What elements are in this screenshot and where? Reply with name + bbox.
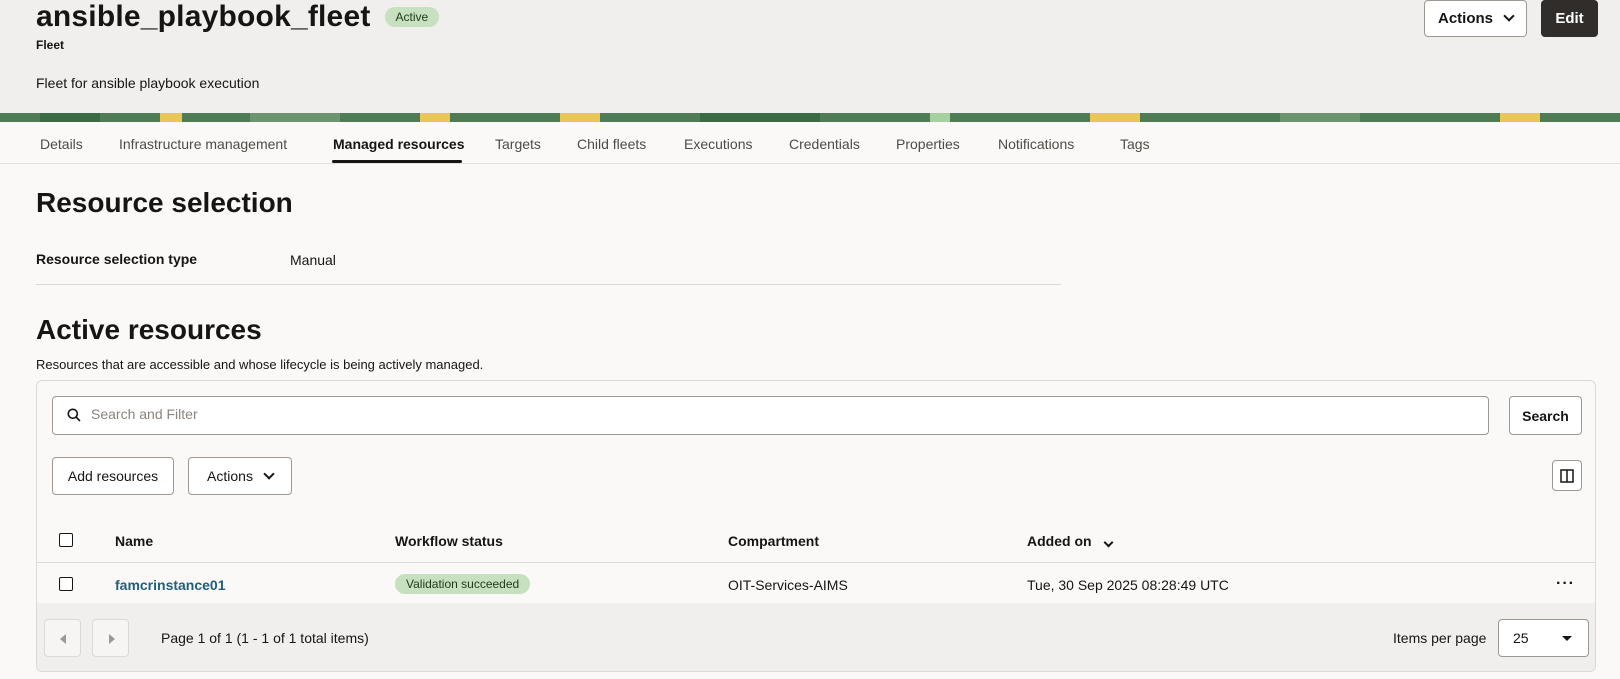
- columns-icon: [1560, 468, 1574, 483]
- tab-targets[interactable]: Targets: [495, 136, 541, 152]
- active-resources-heading: Active resources: [36, 314, 262, 345]
- tab-credentials[interactable]: Credentials: [789, 136, 860, 152]
- column-header-name[interactable]: Name: [115, 533, 153, 549]
- resource-selection-type-value: Manual: [290, 252, 336, 268]
- pagination-footer: Page 1 of 1 (1 - 1 of 1 total items) Ite…: [37, 603, 1595, 671]
- row-checkbox[interactable]: [59, 577, 73, 591]
- page-header: ansible_playbook_fleet Active Fleet Flee…: [0, 0, 1620, 113]
- compartment-cell: OIT-Services-AIMS: [728, 577, 848, 593]
- header-actions-label: Actions: [1437, 10, 1493, 27]
- column-header-compartment[interactable]: Compartment: [728, 533, 819, 549]
- tab-details[interactable]: Details: [40, 136, 83, 152]
- page-title: ansible_playbook_fleet: [36, 0, 371, 33]
- active-tab-indicator: [332, 160, 462, 163]
- items-per-page-value: 25: [1513, 630, 1529, 646]
- header-actions-button[interactable]: Actions: [1424, 0, 1527, 37]
- items-per-page-label: Items per page: [1393, 630, 1487, 646]
- resource-name-link[interactable]: famcrinstance01: [115, 577, 226, 593]
- caret-down-icon: [1562, 636, 1572, 641]
- tab-executions[interactable]: Executions: [684, 136, 752, 152]
- tab-managed-resources[interactable]: Managed resources: [333, 136, 465, 152]
- tab-tags[interactable]: Tags: [1120, 136, 1150, 152]
- table-actions-button[interactable]: Actions: [188, 457, 292, 495]
- search-input[interactable]: [91, 406, 1471, 422]
- tab-properties[interactable]: Properties: [896, 136, 960, 152]
- tab-notifications[interactable]: Notifications: [998, 136, 1074, 152]
- workflow-status-badge: Validation succeeded: [395, 574, 531, 594]
- title-row: ansible_playbook_fleet Active: [36, 0, 440, 34]
- row-more-actions-icon[interactable]: ···: [1556, 575, 1575, 593]
- edit-button[interactable]: Edit: [1541, 0, 1598, 37]
- add-resources-button[interactable]: Add resources: [52, 457, 174, 495]
- resource-type-label: Fleet: [36, 38, 65, 52]
- resources-table-panel: Search Add resources Actions Name Workfl…: [36, 380, 1596, 672]
- table-actions-label: Actions: [207, 468, 253, 484]
- arrow-right-icon: [109, 634, 115, 644]
- page-description: Fleet for ansible playbook execution: [36, 75, 260, 91]
- added-on-cell: Tue, 30 Sep 2025 08:28:49 UTC: [1027, 577, 1229, 593]
- tab-child-fleets[interactable]: Child fleets: [577, 136, 646, 152]
- decorative-banner: [0, 113, 1620, 122]
- column-header-workflow-status[interactable]: Workflow status: [395, 533, 503, 549]
- pagination-info: Page 1 of 1 (1 - 1 of 1 total items): [161, 630, 369, 646]
- column-settings-button[interactable]: [1552, 460, 1582, 491]
- resource-selection-type-label: Resource selection type: [36, 251, 198, 267]
- next-page-button[interactable]: [92, 619, 129, 657]
- items-per-page-select[interactable]: 25: [1498, 619, 1589, 657]
- search-icon: [67, 408, 81, 422]
- chevron-down-icon: [263, 467, 275, 480]
- resource-selection-heading: Resource selection: [36, 187, 293, 218]
- divider: [36, 284, 1061, 285]
- chevron-down-icon: [1503, 10, 1515, 22]
- sort-descending-icon: [1103, 537, 1114, 548]
- header-divider: [37, 562, 1595, 563]
- column-header-added-on-label: Added on: [1027, 533, 1092, 549]
- arrow-left-icon: [60, 634, 66, 644]
- search-button[interactable]: Search: [1509, 396, 1582, 435]
- search-field[interactable]: [52, 396, 1489, 435]
- select-all-checkbox[interactable]: [59, 533, 73, 547]
- tab-bar: Details Infrastructure management Manage…: [0, 122, 1620, 164]
- active-resources-description: Resources that are accessible and whose …: [36, 357, 484, 372]
- status-badge: Active: [384, 7, 440, 27]
- tab-infrastructure-management[interactable]: Infrastructure management: [119, 136, 287, 152]
- previous-page-button[interactable]: [44, 619, 81, 657]
- column-header-added-on[interactable]: Added on: [1027, 533, 1114, 549]
